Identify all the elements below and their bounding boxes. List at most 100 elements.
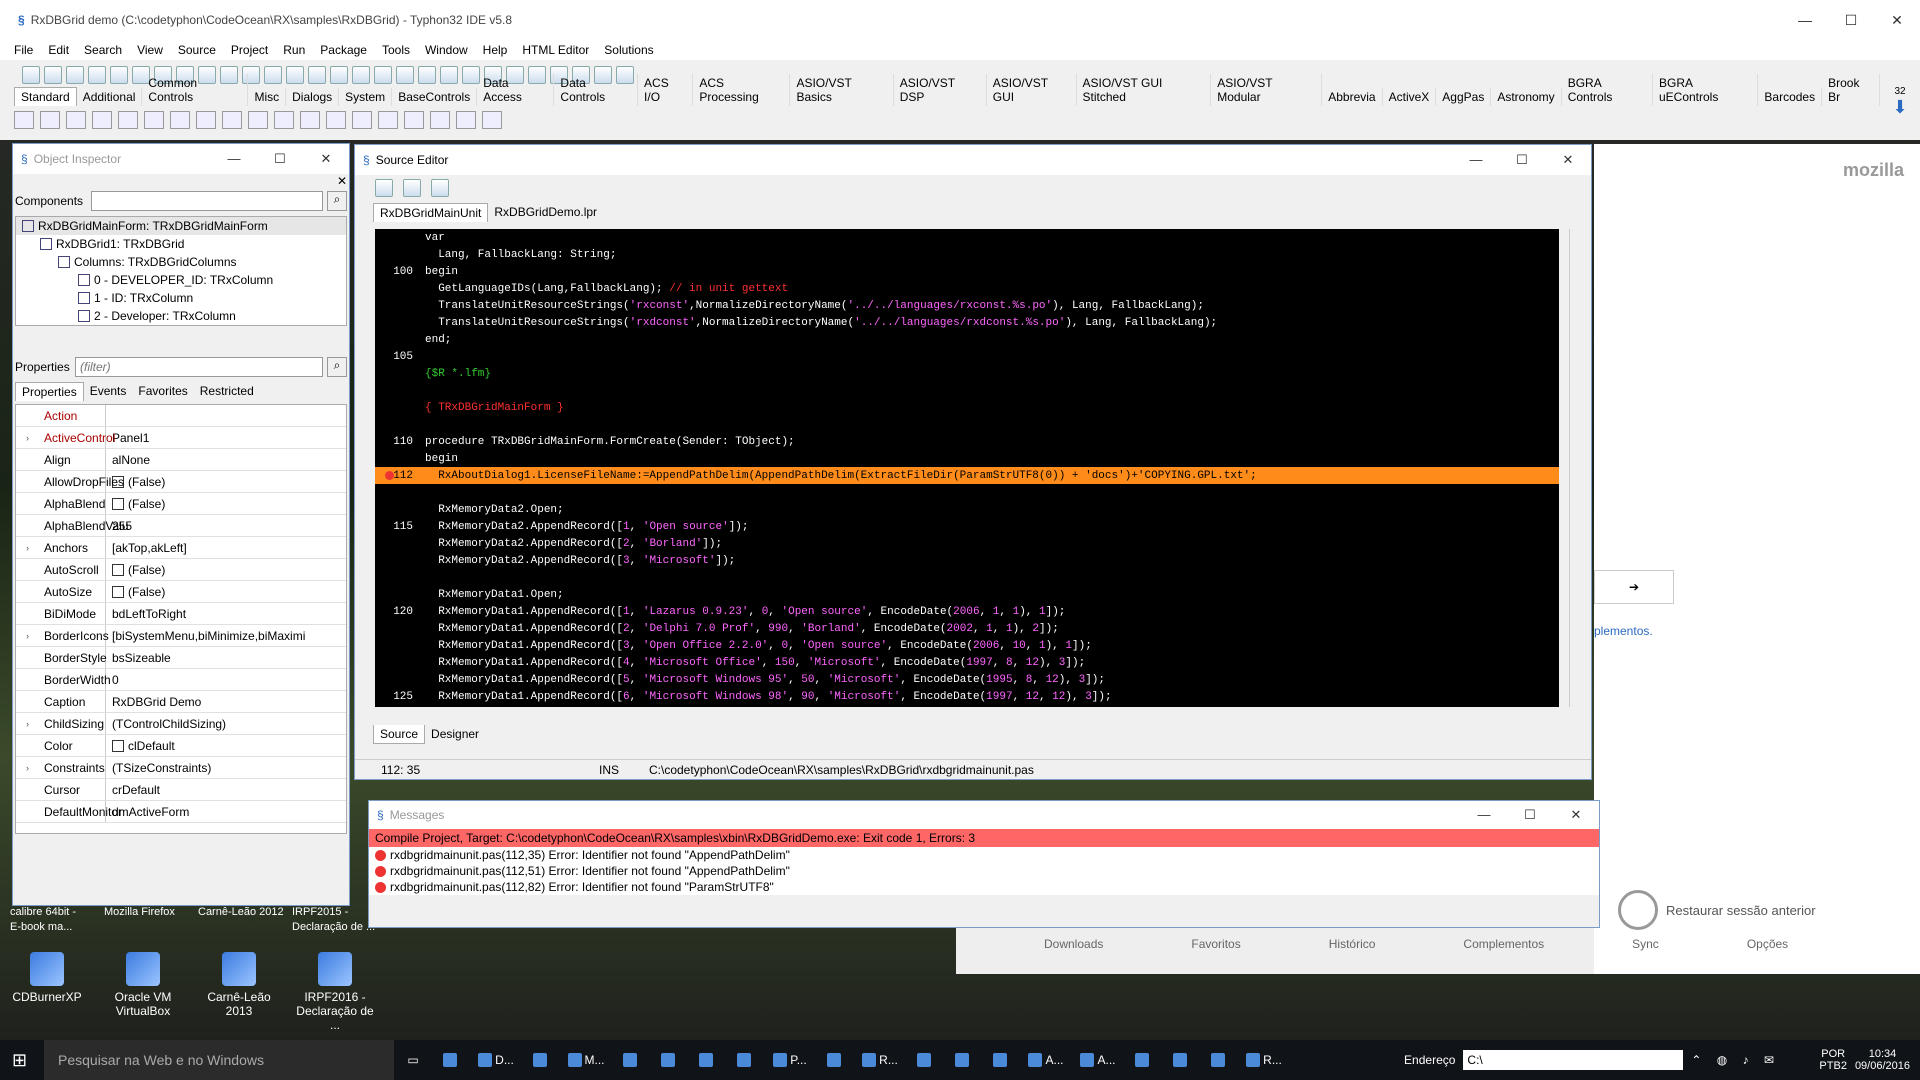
palette-tab[interactable]: Common Controls [142,74,249,106]
expand-icon[interactable]: › [26,719,29,729]
property-value[interactable]: (TSizeConstraints) [106,761,211,775]
property-row[interactable]: AlphaBlendValu 255 [16,515,346,537]
property-row[interactable]: › BorderIcons [biSystemMenu,biMinimize,biM… [16,625,346,647]
palette-component-icon[interactable] [92,111,112,129]
code-line[interactable]: GetLanguageIDs(Lang,FallbackLang); // in… [375,280,1559,297]
desktop-icon[interactable]: CDBurnerXP [2,952,92,1004]
palette-tab[interactable]: ACS Processing [693,74,791,106]
palette-component-icon[interactable] [274,111,294,129]
palette-tab[interactable]: ASIO/VST GUI Stitched [1077,74,1212,106]
property-value[interactable]: RxDBGrid Demo [106,695,201,709]
palette-tab[interactable]: ASIO/VST Basics [790,74,894,106]
explorer-icon[interactable] [688,1040,726,1080]
complements-link[interactable]: plementos. [1594,624,1653,638]
code-line[interactable]: RxMemoryData2.Open; [375,501,1559,518]
palette-tab[interactable]: ACS I/O [638,74,694,106]
firefox-footer-link[interactable]: Downloads [1044,937,1103,951]
desktop-icon[interactable]: IRPF2016 - Declaração de ... [290,952,380,1032]
error-message[interactable]: rxdbgridmainunit.pas(112,51) Error: Iden… [369,863,1599,879]
property-row[interactable]: Caption RxDBGrid Demo [16,691,346,713]
expand-icon[interactable]: › [26,763,29,773]
palette-component-icon[interactable] [66,111,86,129]
editor-vscrollbar[interactable] [1569,229,1583,707]
toolbar-button-icon[interactable] [88,66,106,84]
property-row[interactable]: Align alNone [16,449,346,471]
code-line[interactable]: 110 procedure TRxDBGridMainForm.FormCreat… [375,433,1559,450]
property-value[interactable]: clDefault [106,739,175,753]
property-row[interactable]: Cursor crDefault [16,779,346,801]
palette-component-icon[interactable] [430,111,450,129]
tree-node[interactable]: Columns: TRxDBGridColumns [16,253,346,271]
grid-icon[interactable] [944,1040,982,1080]
media-icon[interactable] [650,1040,688,1080]
code-line[interactable]: Lang, FallbackLang: String; [375,246,1559,263]
menu-html-editor[interactable]: HTML Editor [522,43,589,57]
toolbar-button-icon[interactable] [396,66,414,84]
palette-component-icon[interactable] [456,111,476,129]
code-line[interactable] [375,569,1559,586]
menu-run[interactable]: Run [283,43,305,57]
msg-close-button[interactable]: ✕ [1553,807,1599,823]
palette-component-icon[interactable] [144,111,164,129]
palette-tab[interactable]: BaseControls [392,88,478,106]
se-close-button[interactable]: ✕ [1545,152,1591,168]
checkbox-icon[interactable] [112,586,124,599]
code-line[interactable] [375,484,1559,501]
menu-package[interactable]: Package [320,43,367,57]
code-line[interactable] [375,382,1559,399]
expand-icon[interactable]: › [26,631,29,641]
toolbar-button-icon[interactable] [22,66,40,84]
desktop-icon[interactable]: Carnê-Leão 2013 [194,952,284,1018]
code-editor[interactable]: var Lang, FallbackLang: String; 100 begin … [375,229,1559,707]
menu-tools[interactable]: Tools [382,43,410,57]
property-value[interactable]: bsSizeable [106,651,171,665]
app-icon[interactable]: A... [1020,1040,1072,1080]
firefox-footer-link[interactable]: Opções [1747,937,1788,951]
palette-component-icon[interactable] [248,111,268,129]
code-line[interactable]: RxMemoryData1.Open; [375,586,1559,603]
search-button-icon[interactable]: ⌕ [327,191,347,211]
property-row[interactable]: Action [16,405,346,427]
palette-component-icon[interactable] [404,111,424,129]
menu-project[interactable]: Project [231,43,268,57]
property-value[interactable]: crDefault [106,783,160,797]
property-value[interactable]: [biSystemMenu,biMinimize,biMaximi [106,629,305,643]
code-line[interactable]: TranslateUnitResourceStrings('rxconst',N… [375,297,1559,314]
oi-minimize-button[interactable]: — [211,151,257,167]
code-line[interactable]: 120 RxMemoryData1.AppendRecord([1, 'Laza… [375,603,1559,620]
checkbox-icon[interactable] [112,740,124,753]
menu-solutions[interactable]: Solutions [604,43,653,57]
code-line[interactable]: 112 RxAboutDialog1.LicenseFileName:=Appe… [375,467,1559,484]
palette-tab[interactable]: ASIO/VST Modular [1211,74,1323,106]
address-input[interactable]: C:\ [1463,1050,1684,1070]
palette-tab[interactable]: ActiveX [1383,88,1437,106]
tree-node[interactable]: 1 - ID: TRxColumn [16,289,346,307]
palette-tab[interactable]: System [339,88,393,106]
palette-component-icon[interactable] [118,111,138,129]
app-icon[interactable] [1200,1040,1238,1080]
checkbox-icon[interactable] [112,498,124,511]
toolbar-button-icon[interactable] [264,66,282,84]
menu-window[interactable]: Window [425,43,468,57]
code-line[interactable]: RxMemoryData1.AppendRecord([5, 'Microsof… [375,671,1559,688]
msg-maximize-button[interactable]: ☐ [1507,807,1553,823]
file-tab[interactable]: RxDBGridDemo.lpr [488,203,603,222]
toolbar-button-icon[interactable] [374,66,392,84]
code-line[interactable]: begin [375,450,1559,467]
tree-node[interactable]: RxDBGrid1: TRxDBGrid [16,235,346,253]
palette-component-icon[interactable] [40,111,60,129]
tray-icons[interactable]: ⌃ ◍ ♪ ✉ [1691,1053,1811,1067]
app-icon[interactable] [982,1040,1020,1080]
toolbar-button-icon[interactable] [110,66,128,84]
code-line[interactable]: 100 begin [375,263,1559,280]
toolbar-button-icon[interactable] [44,66,62,84]
toolbar-button-icon[interactable] [330,66,348,84]
property-value[interactable]: (TControlChildSizing) [106,717,226,731]
palette-tab[interactable]: Standard [14,87,77,106]
clock[interactable]: 10:34 09/06/2016 [1855,1048,1910,1072]
palette-tab[interactable]: Additional [77,88,143,106]
expand-icon[interactable]: › [26,543,29,553]
se-minimize-button[interactable]: — [1453,152,1499,168]
compile-error-header[interactable]: Compile Project, Target: C:\codetyphon\C… [369,829,1599,847]
palette-component-icon[interactable] [378,111,398,129]
